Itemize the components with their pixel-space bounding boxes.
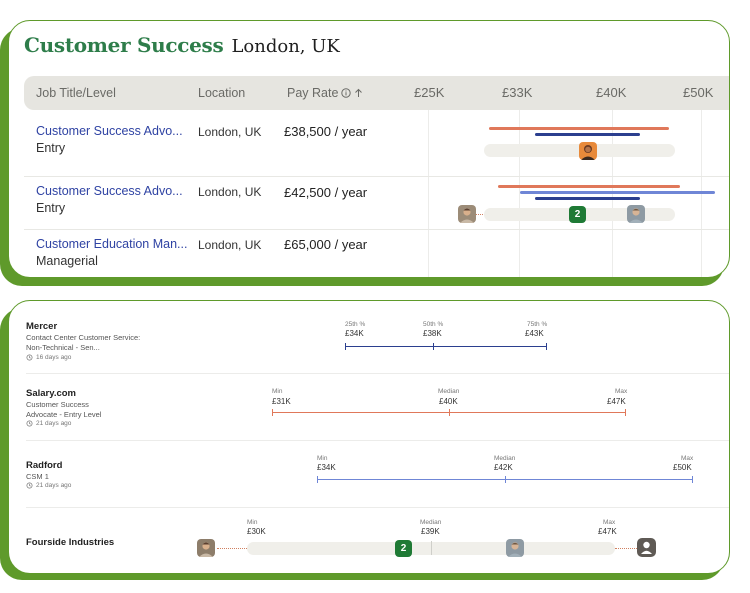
axis-tick: £33K xyxy=(502,85,533,100)
source-time-text: 21 days ago xyxy=(36,420,72,427)
col-pay-rate-label: Pay Rate xyxy=(287,86,339,100)
range-tick xyxy=(433,343,434,350)
source-description: CSM 1 xyxy=(26,472,49,481)
source-description: Customer Success Advocate - Entry Level xyxy=(26,400,102,419)
range-value: £30K xyxy=(247,527,266,536)
pay-rate: £38,500 / year xyxy=(284,124,368,139)
axis-tick: £25K xyxy=(414,85,445,100)
job-title-link[interactable]: Customer Success Advo... xyxy=(36,184,183,198)
table-row[interactable]: Customer Education Man... Managerial Lon… xyxy=(24,230,729,277)
source-timestamp: 21 days ago xyxy=(26,420,71,427)
history-icon xyxy=(26,420,33,427)
range-tick xyxy=(625,409,626,416)
range-label: Min xyxy=(247,519,258,526)
axis-tick: £50K xyxy=(683,85,714,100)
range-tick xyxy=(272,409,273,416)
history-icon xyxy=(26,482,33,489)
source-timestamp: 16 days ago xyxy=(26,354,71,361)
source-description: Contact Center Customer Service: Non-Tec… xyxy=(26,333,141,352)
range-tick xyxy=(345,343,346,350)
range-value: £47K xyxy=(598,527,617,536)
median-marker xyxy=(431,541,432,555)
employee-count-badge[interactable]: 2 xyxy=(569,206,586,223)
col-job-title[interactable]: Job Title/Level xyxy=(36,86,116,100)
range-label: 25th % xyxy=(345,321,366,328)
job-level: Managerial xyxy=(36,254,98,268)
pay-rate: £65,000 / year xyxy=(284,237,368,252)
info-icon[interactable] xyxy=(341,88,352,98)
range-value: £42K xyxy=(494,463,513,472)
employee-avatar[interactable] xyxy=(197,539,215,557)
employee-avatar[interactable] xyxy=(506,539,524,557)
range-value: £34K xyxy=(317,463,336,472)
salary-range-bar xyxy=(535,197,640,200)
salary-range-bar xyxy=(535,133,640,136)
range-label: Median xyxy=(420,519,442,526)
source-divider xyxy=(26,440,729,441)
job-title-link[interactable]: Customer Education Man... xyxy=(36,237,187,251)
source-time-text: 16 days ago xyxy=(36,354,72,361)
source-name: Radford xyxy=(26,460,63,471)
arrow-up-icon[interactable] xyxy=(354,88,363,98)
range-tick xyxy=(317,476,318,483)
employee-avatar[interactable] xyxy=(579,142,597,160)
range-value: £47K xyxy=(607,397,626,406)
source-name: Mercer xyxy=(26,321,58,332)
col-pay-rate[interactable]: Pay Rate xyxy=(287,86,363,100)
employee-avatar[interactable] xyxy=(458,205,476,223)
range-connector xyxy=(615,548,637,549)
range-label: Max xyxy=(615,388,628,395)
title-location: London, UK xyxy=(231,36,340,57)
range-value: £34K xyxy=(345,329,364,338)
employee-count-badge[interactable]: 2 xyxy=(395,540,412,557)
source-divider xyxy=(26,373,729,374)
range-label: 50th % xyxy=(423,321,444,328)
employee-avatar[interactable] xyxy=(627,205,645,223)
market-data-card: Mercer Contact Center Customer Service: … xyxy=(8,300,730,574)
range-label: Median xyxy=(438,388,460,395)
range-line xyxy=(345,346,547,347)
range-label: Median xyxy=(494,455,516,462)
range-value: £38K xyxy=(423,329,442,338)
user-placeholder-icon[interactable] xyxy=(637,538,656,557)
source-timestamp: 21 days ago xyxy=(26,482,71,489)
row-location: London, UK xyxy=(198,185,262,199)
range-value: £43K xyxy=(525,329,544,338)
range-label: Max xyxy=(603,519,616,526)
range-tick xyxy=(449,409,450,416)
range-connector xyxy=(217,548,247,549)
range-tick xyxy=(505,476,506,483)
table-header: Job Title/Level Location Pay Rate £25K £… xyxy=(24,76,729,110)
range-value: £40K xyxy=(439,397,458,406)
source-name: Fourside Industries xyxy=(26,537,115,548)
salary-range-bar xyxy=(498,185,680,188)
range-tick xyxy=(692,476,693,483)
range-value: £50K xyxy=(673,463,692,472)
salary-range-bar xyxy=(489,127,669,130)
history-icon xyxy=(26,354,33,361)
job-title-link[interactable]: Customer Success Advo... xyxy=(36,124,183,138)
job-level: Entry xyxy=(36,201,66,215)
range-label: Max xyxy=(681,455,694,462)
range-value: £31K xyxy=(272,397,291,406)
range-label: Min xyxy=(317,455,328,462)
pay-rate: £42,500 / year xyxy=(284,185,368,200)
job-pay-card: Customer Success London, UK Job Title/Le… xyxy=(8,20,730,278)
source-time-text: 21 days ago xyxy=(36,482,72,489)
range-label: 75th % xyxy=(527,321,548,328)
table-row[interactable]: Customer Success Advo... Entry London, U… xyxy=(24,110,729,176)
source-name: Salary.com xyxy=(26,388,76,399)
col-location[interactable]: Location xyxy=(198,86,245,100)
range-tick xyxy=(546,343,547,350)
row-location: London, UK xyxy=(198,125,262,139)
title-main: Customer Success xyxy=(24,33,224,57)
source-divider xyxy=(26,507,729,508)
page-title: Customer Success London, UK xyxy=(24,33,340,57)
axis-tick: £40K xyxy=(596,85,627,100)
range-value: £39K xyxy=(421,527,440,536)
range-label: Min xyxy=(272,388,283,395)
row-location: London, UK xyxy=(198,238,262,252)
job-level: Entry xyxy=(36,141,66,155)
salary-range-bar xyxy=(520,191,715,194)
